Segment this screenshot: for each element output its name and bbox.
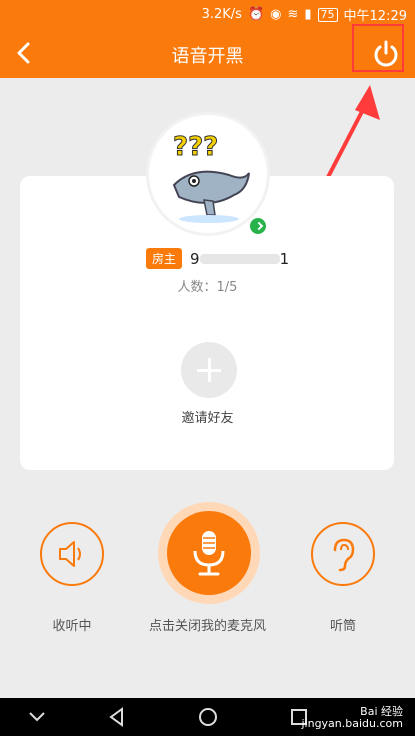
mic-label: 点击关闭我的麦克风 (148, 619, 266, 634)
wifi-icon: ≋ (287, 7, 299, 22)
speaker-icon (59, 541, 81, 567)
earpiece-toggle-button[interactable] (311, 522, 375, 586)
alarm-icon: ⏰ (247, 7, 265, 22)
status-icons: 3.2K/s ⏰ ◉ ≋ ▮ 75 中午12:29 (202, 5, 407, 24)
shark-avatar-image: ??? (173, 132, 250, 223)
host-badge: 房主 (146, 248, 183, 269)
invite-label: 邀请好友 (181, 411, 234, 426)
host-name-end: 1 (279, 249, 290, 268)
listen-toggle-button[interactable] (40, 522, 104, 586)
signal-icon: ▮ (304, 7, 312, 22)
ear-icon (333, 538, 355, 572)
host-name-start: 9 (190, 249, 200, 268)
battery: 75 (317, 7, 338, 22)
nav-down-icon[interactable] (26, 708, 48, 726)
online-status-icon (248, 216, 268, 236)
watermark-line2: jingyan.baidu.com (301, 717, 403, 730)
baidu-watermark: Bai 经验 jingyan.baidu.com (301, 706, 403, 730)
eye-icon: ◉ (270, 7, 282, 22)
host-row: 房主 91 (146, 248, 289, 269)
mic-icon (193, 531, 225, 576)
earpiece-label: 听筒 (329, 619, 356, 634)
nav-home-icon[interactable] (197, 706, 219, 728)
net-speed: 3.2K/s (201, 7, 242, 22)
host-name: 91 (190, 250, 289, 268)
clock: 中午12:29 (343, 9, 407, 24)
name-redaction (199, 253, 280, 264)
annotation-box (352, 24, 404, 72)
member-count: 人数：1/5 (177, 280, 238, 295)
listen-label: 收听中 (52, 619, 92, 634)
invite-friend-button[interactable] (181, 342, 237, 398)
nav-back-icon[interactable] (106, 706, 128, 728)
svg-text:???: ??? (173, 132, 218, 162)
mic-toggle-button[interactable] (167, 511, 251, 595)
